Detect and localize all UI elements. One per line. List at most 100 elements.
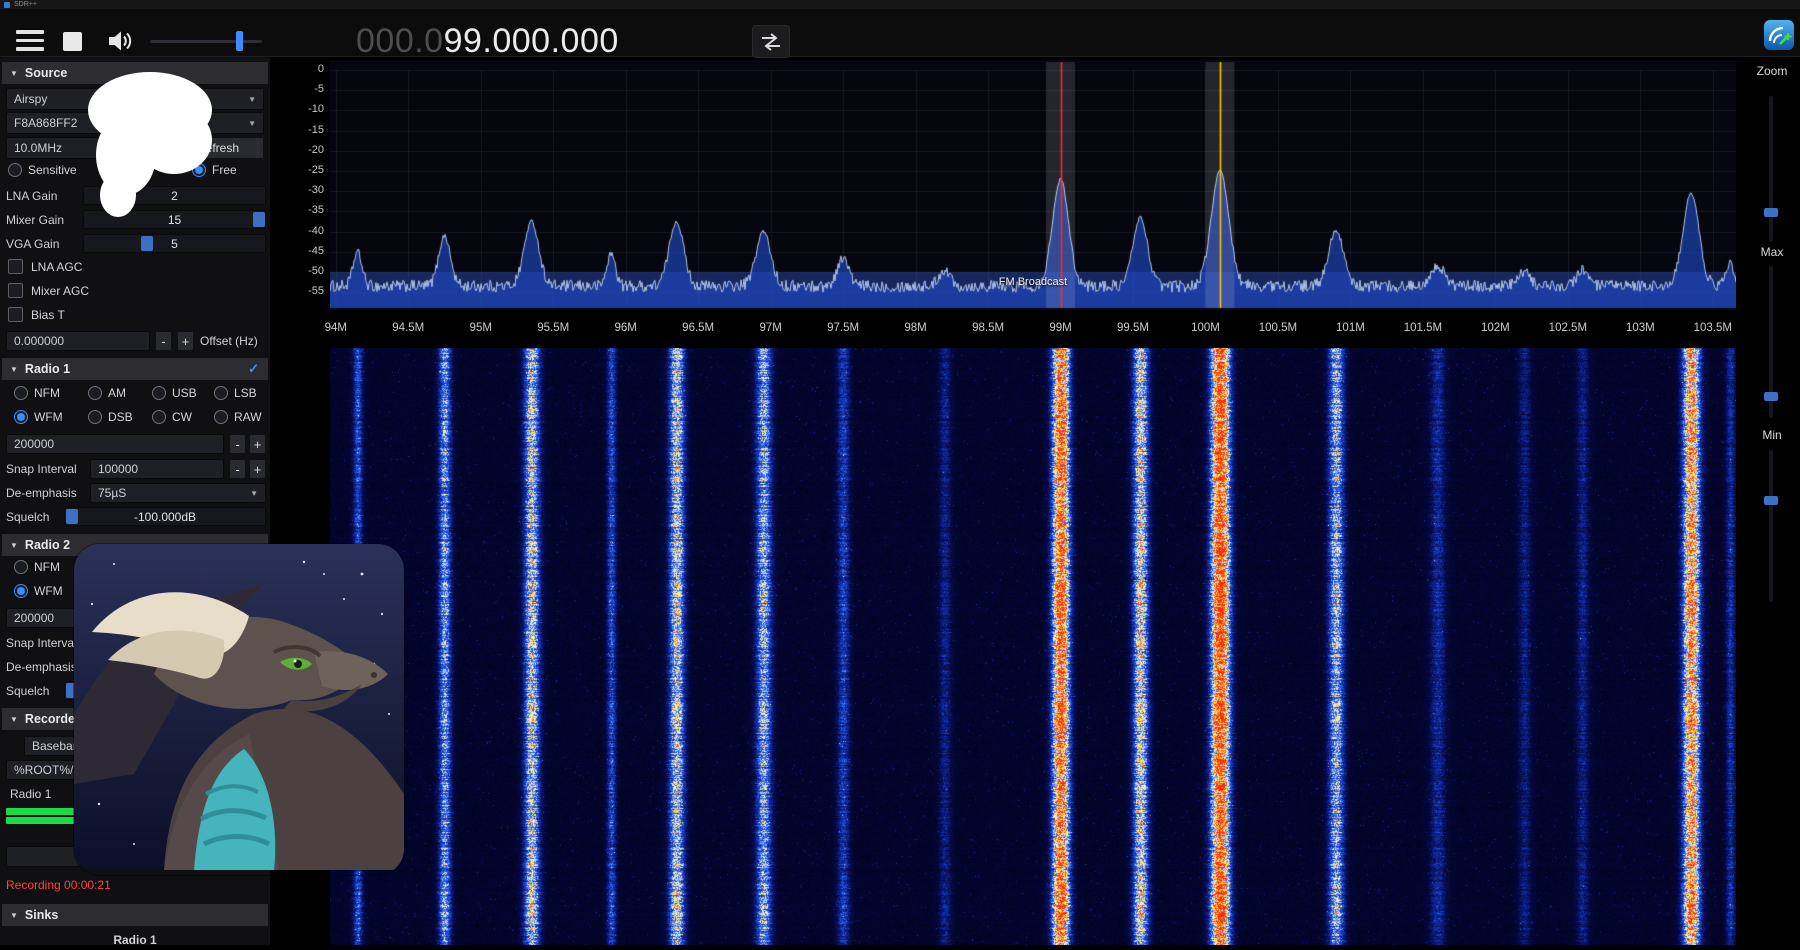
freq-tick-label: 94M <box>306 322 366 334</box>
radio2-squelch-label: Squelch <box>6 681 49 701</box>
sample-rate-value: 10.0MHz <box>14 141 62 155</box>
radio1-snap-input[interactable]: 100000 <box>90 459 224 479</box>
radio1-snap-label: Snap Interval <box>6 459 77 479</box>
max-label: Max <box>1745 245 1799 259</box>
window-title: SDR++ <box>14 1 37 8</box>
min-label: Min <box>1745 428 1799 442</box>
menu-toggle-button[interactable] <box>16 30 44 51</box>
db-tick-label: 0 <box>278 63 324 75</box>
radio1-squelch-label: Squelch <box>6 507 49 527</box>
sdrpp-logo-icon[interactable] <box>1764 20 1794 50</box>
freq-tick-label: 100M <box>1175 322 1235 334</box>
zoom-slider-track[interactable] <box>1769 96 1773 242</box>
recorder-stream-select[interactable]: Radio 1 <box>10 784 51 804</box>
checkbox-icon <box>8 283 23 298</box>
enabled-check-icon[interactable]: ✓ <box>248 361 259 377</box>
radio1-squelch-slider[interactable]: -100.000dB <box>64 507 266 526</box>
freq-tick-label: 101M <box>1320 322 1380 334</box>
offset-label: Offset (Hz) <box>200 331 258 351</box>
collapse-arrow-icon: ▼ <box>10 911 18 920</box>
dragon-avatar-overlay <box>74 544 404 875</box>
db-tick-label: -20 <box>278 144 324 156</box>
checkbox-icon <box>8 307 23 322</box>
freq-tick-label: 97.5M <box>813 322 873 334</box>
freq-tick-label: 96.5M <box>668 322 728 334</box>
stop-button[interactable] <box>63 32 82 51</box>
checkbox-icon <box>8 259 23 274</box>
frequency-leading-zeros: 000.0 <box>356 22 444 60</box>
radio1-mode-wfm[interactable]: WFM <box>14 410 63 424</box>
speaker-icon <box>106 27 134 55</box>
zoom-label: Zoom <box>1745 64 1799 78</box>
radio-circle-icon <box>8 163 22 177</box>
chevron-down-icon: ▼ <box>248 119 256 128</box>
source-header-label: Source <box>25 66 67 80</box>
radio1-mode-am[interactable]: AM <box>88 386 126 400</box>
freq-tick-label: 100.5M <box>1248 322 1308 334</box>
mixer-gain-label: Mixer Gain <box>6 210 64 230</box>
radio1-bandwidth-decrement-button[interactable]: - <box>229 434 246 454</box>
radio1-snap-increment-button[interactable]: + <box>249 459 266 479</box>
min-slider-track[interactable] <box>1769 450 1773 602</box>
db-tick-label: -25 <box>278 164 324 176</box>
radio1-mode-nfm[interactable]: NFM <box>14 386 60 400</box>
sinks-section-header[interactable]: ▼ Sinks <box>2 904 268 926</box>
radio1-mode-usb[interactable]: USB <box>152 386 197 400</box>
zoom-slider-handle[interactable] <box>1764 208 1778 217</box>
freq-tick-label: 94.5M <box>378 322 438 334</box>
radio2-mode-nfm[interactable]: NFM <box>14 560 60 574</box>
volume-slider-handle[interactable] <box>236 31 243 51</box>
collapse-arrow-icon: ▼ <box>10 69 18 78</box>
freq-tick-label: 95M <box>451 322 511 334</box>
max-slider-handle[interactable] <box>1764 392 1778 401</box>
db-tick-label: -5 <box>278 83 324 95</box>
radio2-header-label: Radio 2 <box>25 538 70 552</box>
mixer-agc-checkbox[interactable]: Mixer AGC <box>8 283 89 298</box>
radio1-mode-dsb[interactable]: DSB <box>88 410 133 424</box>
db-tick-label: -40 <box>278 225 324 237</box>
freq-tick-label: 102.5M <box>1538 322 1598 334</box>
sink-stream-title: Radio 1 <box>0 930 270 950</box>
tuning-mode-button[interactable] <box>752 25 790 58</box>
offset-decrement-button[interactable]: - <box>155 331 172 351</box>
radio1-bandwidth-input[interactable]: 200000 <box>6 434 224 454</box>
radio1-snap-decrement-button[interactable]: - <box>229 459 246 479</box>
offset-increment-button[interactable]: + <box>177 331 194 351</box>
app-icon <box>4 2 10 8</box>
db-tick-label: -35 <box>278 204 324 216</box>
device-serial-value: F8A868FF2 <box>14 116 77 130</box>
radio2-mode-wfm[interactable]: WFM <box>14 584 63 598</box>
collapse-arrow-icon: ▼ <box>10 365 18 374</box>
censor-blob-overlay <box>84 70 216 222</box>
vga-gain-slider[interactable]: 5 <box>83 234 266 253</box>
radio1-bandwidth-increment-button[interactable]: + <box>249 434 266 454</box>
freq-tick-label: 99.5M <box>1103 322 1163 334</box>
freq-tick-label: 103.5M <box>1683 322 1743 334</box>
frequency-value: 99.000.000 <box>444 22 619 60</box>
freq-tick-label: 96M <box>596 322 656 334</box>
radio1-mode-lsb[interactable]: LSB <box>214 386 257 400</box>
freq-tick-label: 97M <box>741 322 801 334</box>
db-tick-label: -15 <box>278 124 324 136</box>
radio1-mode-cw[interactable]: CW <box>152 410 192 424</box>
min-slider-handle[interactable] <box>1764 496 1778 505</box>
radio1-deemphasis-label: De-emphasis <box>6 483 77 503</box>
freq-tick-label: 98.5M <box>958 322 1018 334</box>
volume-slider-track[interactable] <box>150 40 262 43</box>
vga-gain-label: VGA Gain <box>6 234 59 254</box>
bias-t-checkbox[interactable]: Bias T <box>8 307 65 322</box>
fft-spectrum-canvas[interactable] <box>330 60 1736 310</box>
freq-tick-label: 95.5M <box>523 322 583 334</box>
radio1-deemphasis-select[interactable]: 75µS▼ <box>90 483 266 503</box>
radio1-mode-raw[interactable]: RAW <box>214 410 262 424</box>
window-titlebar: SDR++ <box>0 0 1800 9</box>
waterfall-canvas[interactable] <box>330 348 1736 945</box>
gain-mode-sensitive-radio[interactable]: Sensitive <box>8 163 77 177</box>
freq-tick-label: 98M <box>886 322 946 334</box>
radio1-section-header[interactable]: ▼ Radio 1 ✓ <box>2 358 268 380</box>
radio1-header-label: Radio 1 <box>25 362 70 376</box>
radio2-snap-label: Snap Interval <box>6 633 77 653</box>
lna-agc-checkbox[interactable]: LNA AGC <box>8 259 82 274</box>
frequency-display[interactable]: 000.099.000.000 <box>356 21 619 61</box>
offset-input[interactable]: 0.000000 <box>6 331 150 351</box>
